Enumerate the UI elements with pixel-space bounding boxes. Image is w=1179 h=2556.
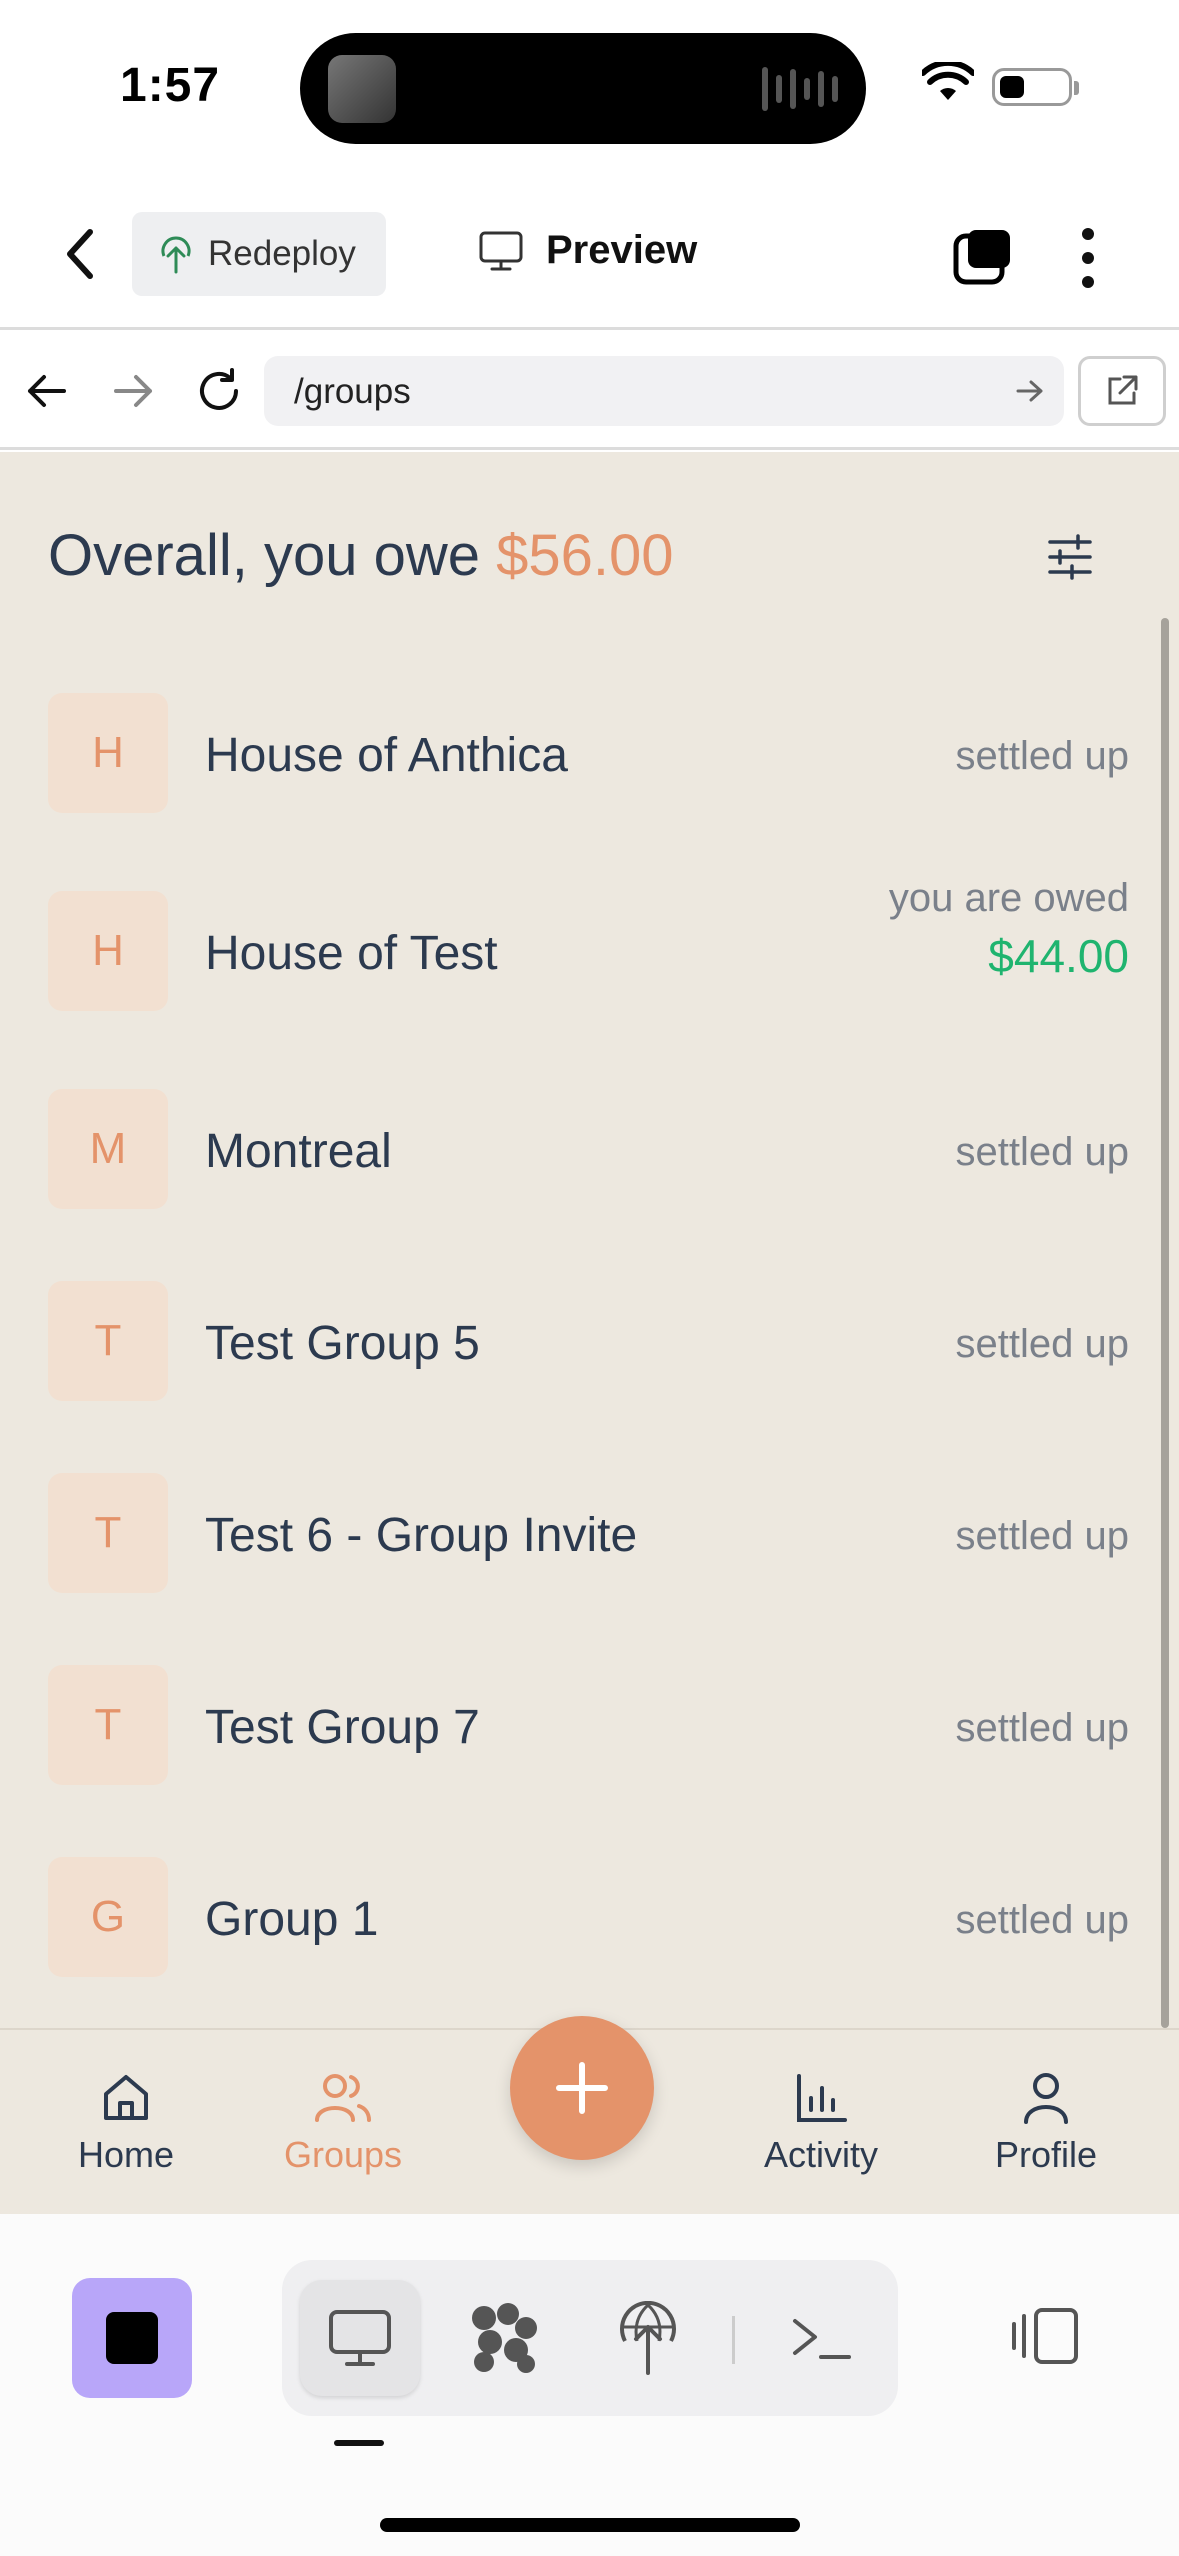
redeploy-label: Redeploy bbox=[208, 234, 356, 273]
deploy-tool-button[interactable] bbox=[588, 2280, 708, 2396]
status-text: you are owed bbox=[888, 876, 1129, 920]
activity-icon bbox=[797, 2074, 847, 2122]
group-name: Group 1 bbox=[205, 1893, 379, 1946]
back-chevron-icon[interactable] bbox=[60, 226, 100, 282]
arrow-left-icon[interactable] bbox=[24, 368, 70, 414]
plus-icon bbox=[556, 2062, 608, 2114]
owed-to-you-amount: $44.00 bbox=[988, 930, 1129, 982]
monitor-icon bbox=[479, 231, 523, 270]
group-name: House of Anthica bbox=[205, 729, 568, 782]
groups-icon bbox=[315, 2074, 371, 2122]
stop-icon bbox=[106, 2312, 158, 2364]
redeploy-button[interactable]: Redeploy bbox=[132, 212, 386, 296]
audio-wave-icon bbox=[762, 61, 838, 117]
group-name: Test 6 - Group Invite bbox=[205, 1509, 638, 1562]
tabs-icon[interactable] bbox=[952, 226, 1014, 288]
filter-icon[interactable] bbox=[1046, 534, 1094, 580]
nav-activity[interactable]: Activity bbox=[731, 2070, 911, 2176]
group-avatar: H bbox=[48, 693, 168, 813]
redeploy-icon bbox=[161, 236, 191, 274]
stop-button[interactable] bbox=[72, 2278, 192, 2398]
nodes-tool-icon bbox=[472, 2303, 537, 2373]
url-field[interactable]: /groups bbox=[264, 356, 1064, 426]
preview-tool-icon bbox=[329, 2310, 391, 2366]
split-view-icon[interactable] bbox=[1010, 2306, 1082, 2366]
nodes-tool-button[interactable] bbox=[444, 2280, 564, 2396]
owed-amount: $56.00 bbox=[496, 523, 674, 588]
summary-prefix: Overall, you owe bbox=[48, 523, 497, 588]
group-row-house-of-test[interactable]: H House of Test you are owed $44.00 bbox=[0, 876, 1179, 1026]
home-indicator bbox=[380, 2518, 800, 2532]
group-status: settled up bbox=[955, 1322, 1129, 1366]
open-external-button[interactable] bbox=[1078, 356, 1166, 426]
balance-summary: Overall, you owe $56.00 bbox=[48, 522, 674, 589]
group-status: settled up bbox=[955, 734, 1129, 778]
tool-divider bbox=[732, 2316, 735, 2364]
nav-groups-label: Groups bbox=[283, 2134, 403, 2175]
groups-page: Overall, you owe $56.00 H House of Anthi… bbox=[0, 452, 1179, 2028]
group-name: Test Group 5 bbox=[205, 1317, 480, 1370]
bottom-navigation: Home Groups Activity Profile bbox=[0, 2016, 1179, 2214]
terminal-tool-button[interactable] bbox=[762, 2280, 882, 2396]
more-icon[interactable] bbox=[1074, 226, 1102, 290]
tool-dock bbox=[0, 2214, 1179, 2556]
group-name: House of Test bbox=[205, 927, 498, 980]
wifi-icon bbox=[922, 62, 974, 100]
external-link-icon bbox=[1108, 375, 1138, 405]
now-playing-thumbnail bbox=[328, 55, 396, 123]
group-avatar: T bbox=[48, 1665, 168, 1785]
go-arrow-icon[interactable] bbox=[1016, 378, 1044, 404]
nav-activity-label: Activity bbox=[763, 2134, 878, 2175]
status-time: 1:57 bbox=[120, 59, 221, 112]
group-status: settled up bbox=[955, 1706, 1129, 1750]
nav-groups[interactable]: Groups bbox=[253, 2070, 433, 2176]
group-name: Test Group 7 bbox=[205, 1701, 480, 1754]
battery-icon bbox=[992, 68, 1079, 106]
group-row-group-1[interactable]: G Group 1 settled up bbox=[0, 1842, 1179, 1992]
deploy-tool-icon bbox=[620, 2301, 676, 2375]
home-icon bbox=[104, 2075, 148, 2120]
group-status: settled up bbox=[955, 1130, 1129, 1174]
tool-switcher bbox=[282, 2260, 898, 2416]
nav-profile[interactable]: Profile bbox=[956, 2070, 1136, 2176]
terminal-tool-icon bbox=[793, 2319, 851, 2359]
selected-tool-indicator bbox=[334, 2440, 384, 2446]
nav-home[interactable]: Home bbox=[36, 2070, 216, 2176]
group-status: settled up bbox=[955, 1898, 1129, 1942]
group-avatar: G bbox=[48, 1857, 168, 1977]
group-row-montreal[interactable]: M Montreal settled up bbox=[0, 1074, 1179, 1224]
url-text: /groups bbox=[294, 372, 411, 411]
preview-toggle[interactable]: Preview bbox=[478, 228, 697, 273]
preview-tool-button[interactable] bbox=[300, 2280, 420, 2396]
group-avatar: H bbox=[48, 891, 168, 1011]
add-expense-button[interactable] bbox=[510, 2016, 654, 2160]
group-row-house-of-anthica[interactable]: H House of Anthica settled up bbox=[0, 678, 1179, 828]
group-name: Montreal bbox=[205, 1125, 392, 1178]
top-app-bar: Redeploy Preview bbox=[0, 170, 1179, 330]
group-avatar: T bbox=[48, 1281, 168, 1401]
reload-icon[interactable] bbox=[194, 366, 244, 416]
group-row-test-6-group-invite[interactable]: T Test 6 - Group Invite settled up bbox=[0, 1458, 1179, 1608]
group-avatar: T bbox=[48, 1473, 168, 1593]
dynamic-island bbox=[300, 33, 866, 144]
nav-profile-label: Profile bbox=[994, 2134, 1098, 2175]
group-row-test-group-7[interactable]: T Test Group 7 settled up bbox=[0, 1650, 1179, 1800]
profile-icon bbox=[1024, 2073, 1068, 2124]
preview-label: Preview bbox=[546, 228, 698, 272]
group-row-test-group-5[interactable]: T Test Group 5 settled up bbox=[0, 1266, 1179, 1416]
status-bar: 1:57 bbox=[0, 0, 1179, 170]
browser-url-bar: /groups bbox=[0, 332, 1179, 450]
nav-home-label: Home bbox=[77, 2134, 175, 2175]
group-status: you are owed $44.00 bbox=[889, 876, 1129, 983]
group-avatar: M bbox=[48, 1089, 168, 1209]
arrow-right-icon[interactable] bbox=[110, 368, 156, 414]
group-status: settled up bbox=[955, 1514, 1129, 1558]
